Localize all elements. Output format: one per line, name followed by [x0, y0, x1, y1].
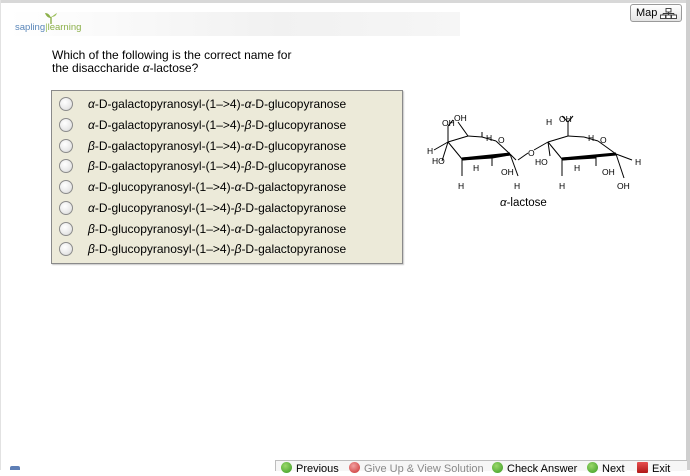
question-suffix: -lactose?	[149, 60, 199, 75]
option-8[interactable]: β-D-glucopyranosyl-(1–>4)-β-D-galactopyr…	[58, 239, 398, 259]
option-label: β-D-glucopyranosyl-(1–>4)-α-D-galactopyr…	[88, 222, 347, 236]
radio-button[interactable]	[59, 139, 73, 153]
radio-button[interactable]	[59, 159, 73, 173]
caption-text: -lactose	[506, 197, 547, 209]
option-2[interactable]: α-D-galactopyranosyl-(1–>4)-β-D-glucopyr…	[58, 115, 398, 135]
corner-tab	[10, 466, 20, 470]
next-button[interactable]: Next	[587, 462, 625, 476]
atom-label: O	[498, 135, 505, 145]
atom-label: H	[473, 163, 479, 173]
atom-label: OH	[442, 118, 455, 128]
atom-label: H	[427, 146, 433, 156]
give-up-x-icon	[349, 462, 360, 473]
radio-button[interactable]	[59, 222, 73, 236]
brand-part2: learning	[47, 22, 82, 33]
radio-button[interactable]	[59, 180, 73, 194]
map-button[interactable]: Map	[630, 4, 682, 22]
atom-label: H	[635, 157, 641, 167]
previous-button[interactable]: Previous	[281, 462, 339, 476]
radio-button[interactable]	[59, 118, 73, 132]
atom-label: HO	[432, 156, 445, 166]
question-line-2: the disaccharide α-lactose?	[52, 60, 352, 75]
option-3[interactable]: β-D-galactopyranosyl-(1–>4)-α-D-glucopyr…	[58, 136, 398, 156]
option-label: β-D-galactopyranosyl-(1–>4)-β-D-glucopyr…	[88, 159, 347, 173]
radio-button[interactable]	[59, 201, 73, 215]
question-text: Which of the following is the correct na…	[52, 49, 352, 74]
option-label: α-D-glucopyranosyl-(1–>4)-α-D-galactopyr…	[88, 180, 347, 194]
option-4[interactable]: β-D-galactopyranosyl-(1–>4)-β-D-glucopyr…	[58, 156, 398, 176]
atom-label: O	[528, 148, 535, 158]
previous-arrow-icon	[281, 462, 292, 473]
atom-label: O	[600, 135, 607, 145]
atom-label: H	[514, 181, 520, 191]
exit-label: Exit	[652, 463, 671, 475]
exit-button[interactable]: Exit	[637, 462, 670, 476]
give-up-button[interactable]: Give Up & View Solution	[349, 462, 484, 476]
lactose-structure: OH OH H HO H O H H OH H O H OH H O HO H …	[427, 113, 641, 191]
atom-label: OH	[602, 167, 615, 177]
atom-label: H	[588, 133, 594, 143]
next-arrow-icon	[587, 462, 598, 473]
question-alpha: α	[142, 60, 150, 75]
atom-label: H	[458, 181, 464, 191]
option-label: α-D-galactopyranosyl-(1–>4)-β-D-glucopyr…	[88, 118, 347, 132]
answer-options-panel: α-D-galactopyranosyl-(1–>4)-α-D-glucopyr…	[51, 90, 403, 264]
window-right-border	[686, 0, 690, 470]
option-label: β-D-glucopyranosyl-(1–>4)-β-D-galactopyr…	[88, 242, 347, 256]
question-prefix: the disaccharide	[52, 60, 143, 75]
option-label: β-D-galactopyranosyl-(1–>4)-α-D-glucopyr…	[88, 139, 347, 153]
option-5[interactable]: α-D-glucopyranosyl-(1–>4)-α-D-galactopyr…	[58, 177, 398, 197]
window-top-border	[0, 0, 690, 3]
exit-icon	[637, 462, 648, 473]
sitemap-icon	[660, 8, 677, 19]
next-label: Next	[602, 463, 625, 475]
option-7[interactable]: β-D-glucopyranosyl-(1–>4)-α-D-galactopyr…	[58, 219, 398, 239]
check-answer-button[interactable]: Check Answer	[492, 462, 577, 476]
check-icon	[492, 462, 503, 473]
option-6[interactable]: α-D-glucopyranosyl-(1–>4)-β-D-galactopyr…	[58, 198, 398, 218]
option-label: α-D-galactopyranosyl-(1–>4)-α-D-glucopyr…	[88, 97, 347, 111]
previous-label: Previous	[296, 463, 339, 475]
atom-label: OH	[501, 167, 514, 177]
atom-label: H	[546, 117, 552, 127]
atom-label: H	[486, 133, 492, 143]
structure-caption: α-lactose	[500, 197, 547, 209]
atom-label: OH	[559, 114, 572, 124]
option-label: α-D-glucopyranosyl-(1–>4)-β-D-galactopyr…	[88, 201, 347, 215]
option-1[interactable]: α-D-galactopyranosyl-(1–>4)-α-D-glucopyr…	[58, 94, 398, 114]
check-answer-label: Check Answer	[507, 463, 578, 475]
atom-label: OH	[454, 113, 467, 123]
radio-button[interactable]	[59, 242, 73, 256]
map-button-label: Map	[636, 7, 658, 19]
window-left-border	[0, 0, 1, 470]
give-up-label: Give Up & View Solution	[364, 463, 484, 475]
atom-label: H	[559, 181, 565, 191]
atom-label: OH	[617, 181, 630, 191]
radio-button[interactable]	[59, 97, 73, 111]
atom-label: HO	[535, 157, 548, 167]
atom-label: H	[574, 163, 580, 173]
brand-part1: sapling	[15, 22, 46, 33]
